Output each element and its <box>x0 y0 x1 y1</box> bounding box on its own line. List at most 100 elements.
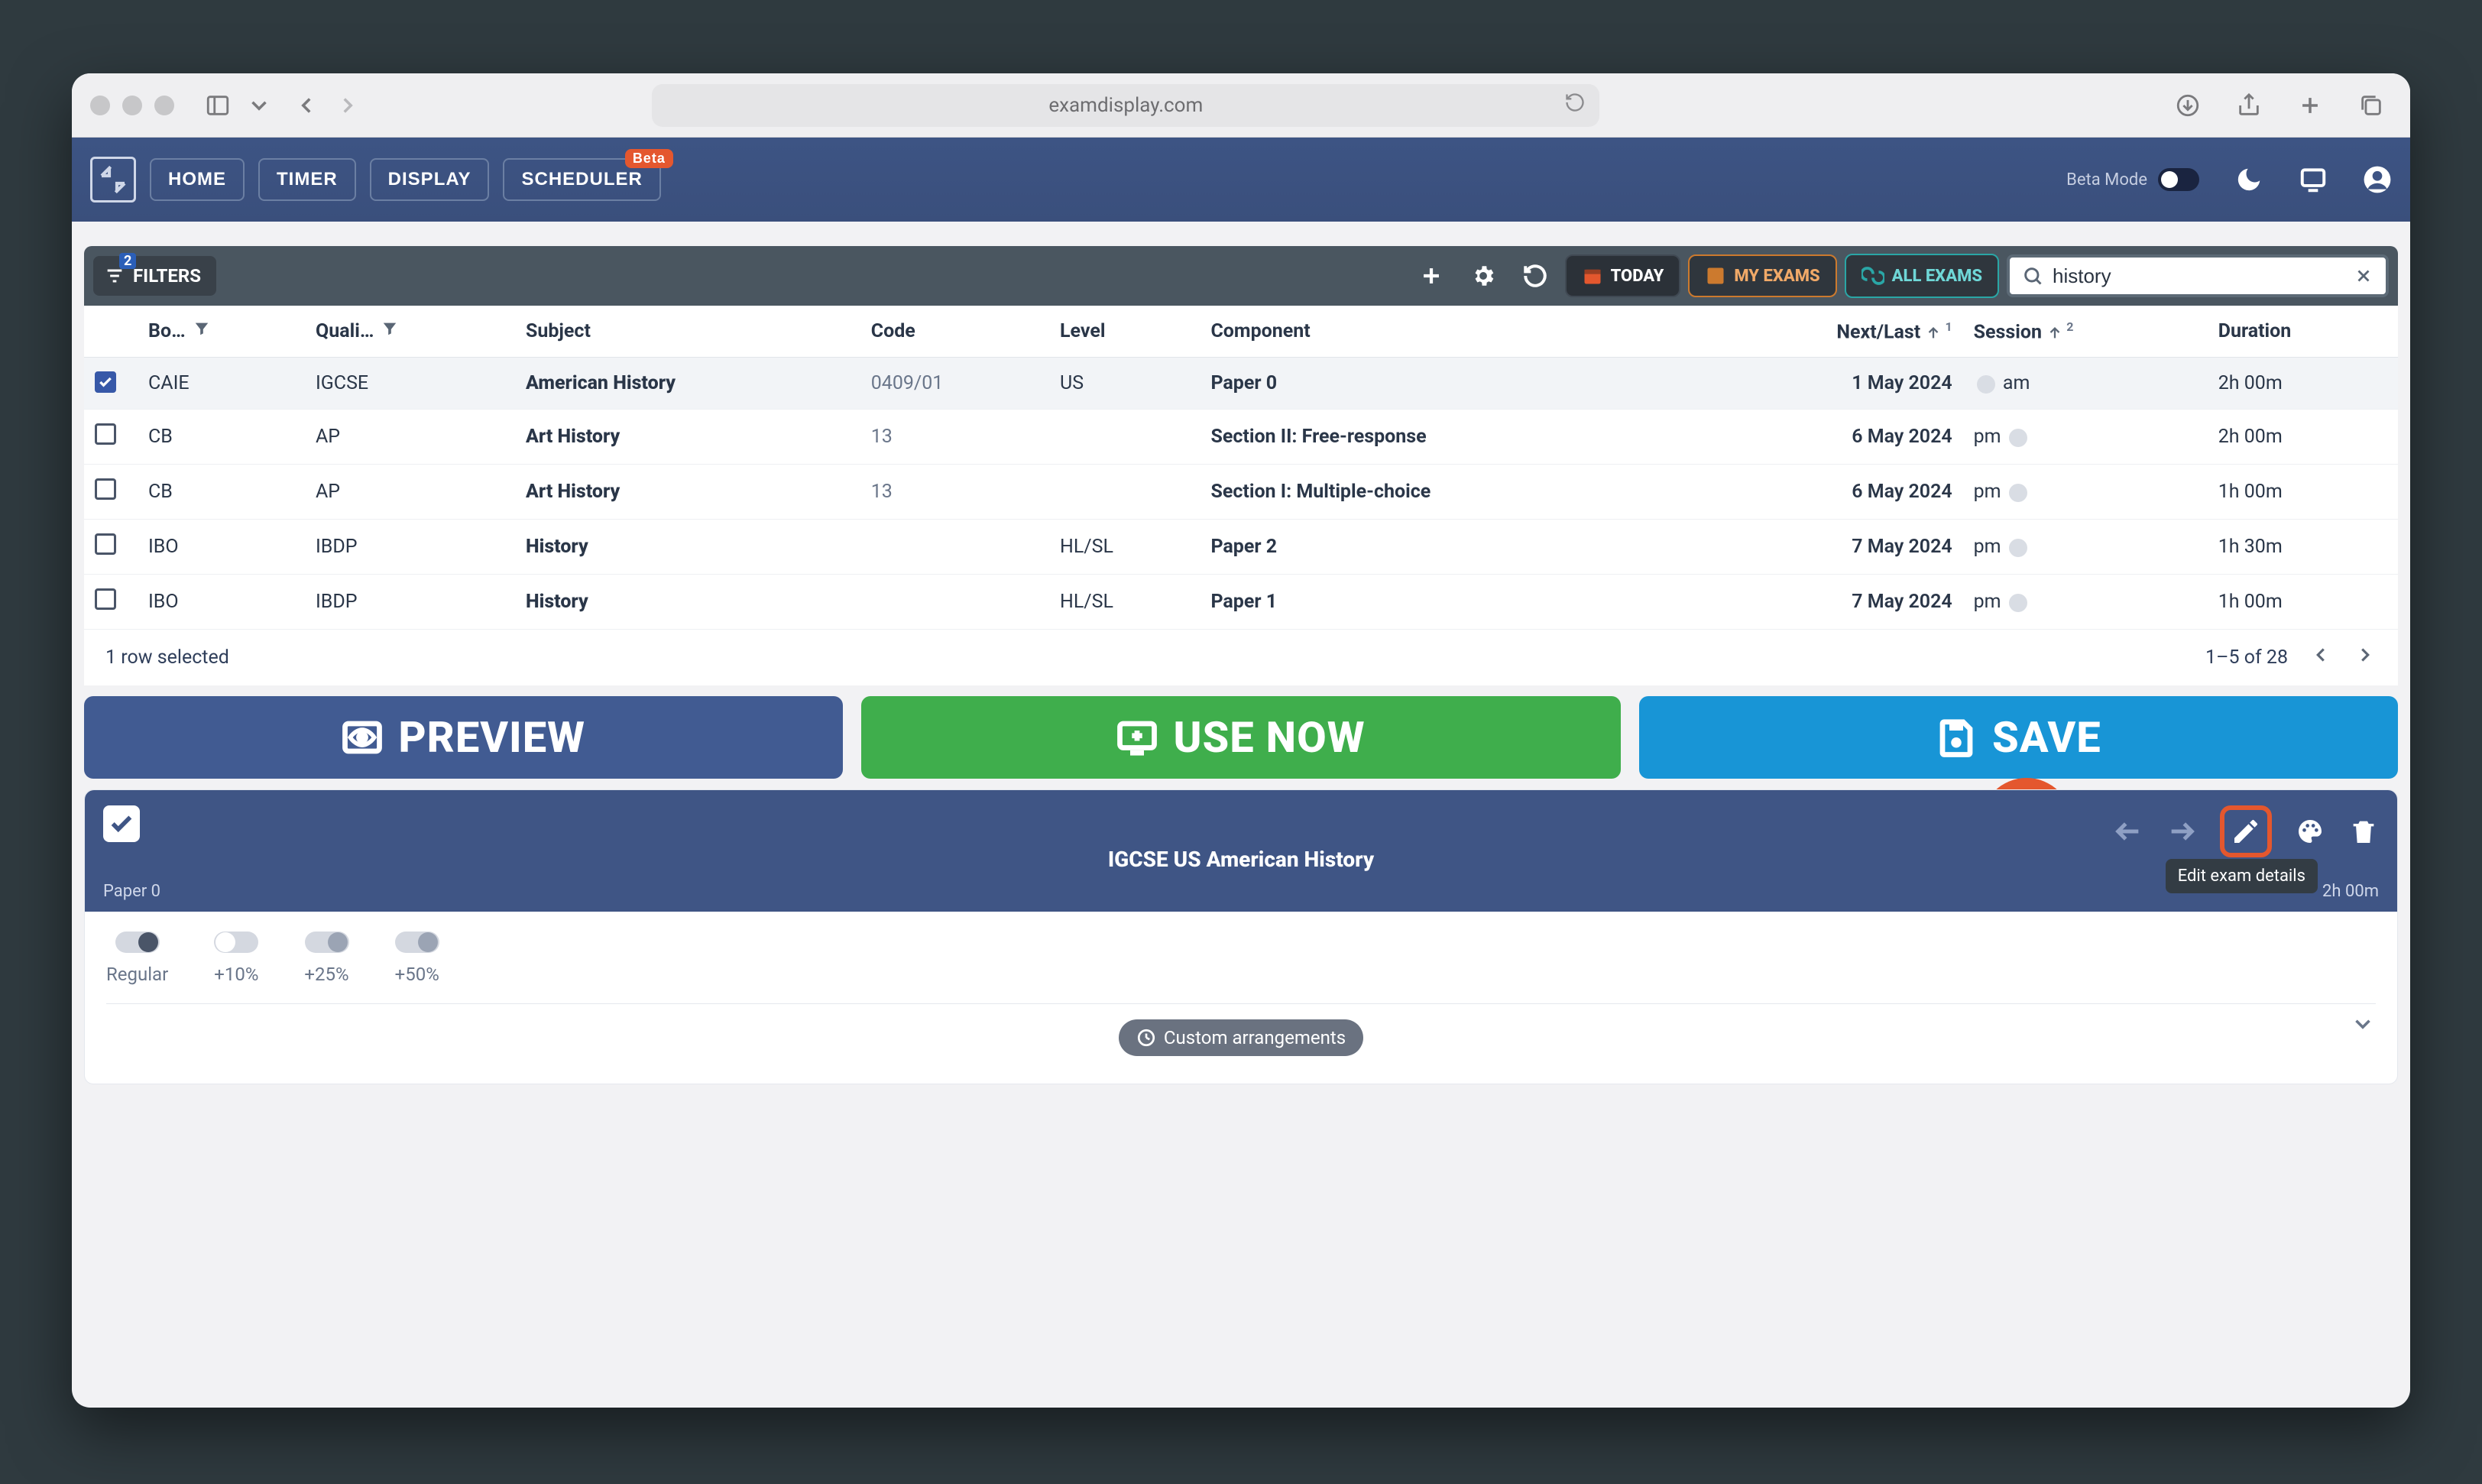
cell-component: Paper 2 <box>1200 520 1687 575</box>
col-subject[interactable]: Subject <box>515 306 860 358</box>
table-row[interactable]: CBAPArt History13Section II: Free-respon… <box>84 410 2398 465</box>
refresh-icon[interactable] <box>1513 255 1557 296</box>
nav-display[interactable]: DISPLAY <box>370 158 490 201</box>
use-now-button[interactable]: USE NOW <box>861 696 1620 779</box>
palette-icon[interactable] <box>2295 816 2325 847</box>
forward-icon[interactable] <box>335 92 361 118</box>
search-box[interactable] <box>2007 254 2389 297</box>
min-dot[interactable] <box>122 96 142 115</box>
nav-scheduler-label: SCHEDULER <box>521 169 642 190</box>
delete-icon[interactable] <box>2348 816 2379 847</box>
table-footer: 1 row selected 1–5 of 28 <box>84 630 2398 685</box>
beta-badge: Beta <box>625 149 673 168</box>
table-row[interactable]: IBOIBDPHistoryHL/SLPaper 17 May 2024pm 1… <box>84 575 2398 630</box>
account-icon[interactable] <box>2363 165 2392 194</box>
next-page-icon[interactable] <box>2354 643 2377 672</box>
col-session[interactable]: Session 2 <box>1963 306 2208 358</box>
back-icon[interactable] <box>293 92 319 118</box>
cell-component: Section II: Free-response <box>1200 410 1687 465</box>
next-exam-icon[interactable] <box>2166 816 2197 847</box>
cell-duration: 1h 30m <box>2208 520 2398 575</box>
col-duration[interactable]: Duration <box>2208 306 2398 358</box>
col-board[interactable]: Bo… <box>138 306 305 358</box>
cell-code <box>860 520 1049 575</box>
sidebar-icon[interactable] <box>205 92 231 118</box>
cell-component: Section I: Multiple-choice <box>1200 465 1687 520</box>
max-dot[interactable] <box>154 96 174 115</box>
page-range: 1–5 of 28 <box>2205 646 2288 669</box>
custom-arrangements-label: Custom arrangements <box>1164 1027 1346 1048</box>
filters-count: 2 <box>119 253 136 269</box>
custom-arrangements-chip[interactable]: Custom arrangements <box>1119 1019 1363 1056</box>
url-bar[interactable]: examdisplay.com <box>652 84 1599 127</box>
row-checkbox[interactable] <box>95 588 116 610</box>
nav-scheduler[interactable]: SCHEDULER Beta <box>503 158 660 201</box>
titlebar: examdisplay.com <box>72 73 2410 138</box>
col-level[interactable]: Level <box>1049 306 1200 358</box>
preview-icon <box>342 717 383 758</box>
share-icon[interactable] <box>2236 92 2262 118</box>
row-checkbox[interactable] <box>95 533 116 555</box>
use-now-label: USE NOW <box>1173 712 1365 763</box>
download-icon[interactable] <box>2175 92 2201 118</box>
toggle-plus10[interactable]: +10% <box>214 932 258 985</box>
nav-home[interactable]: HOME <box>150 158 245 201</box>
cell-quali: IGCSE <box>305 358 515 410</box>
toggle-plus25[interactable]: +25% <box>304 932 348 985</box>
card-header: Edit exam details IGCSE US American Hist… <box>85 790 2397 912</box>
expand-icon[interactable] <box>2350 1011 2376 1037</box>
close-dot[interactable] <box>90 96 110 115</box>
cell-subject: American History <box>515 358 860 410</box>
cell-date: 7 May 2024 <box>1687 520 1962 575</box>
col-next[interactable]: Next/Last 1 <box>1687 306 1962 358</box>
clear-search-icon[interactable] <box>2354 266 2373 286</box>
all-exams-button[interactable]: ALL EXAMS <box>1845 254 1999 298</box>
card-duration: 2h 00m <box>2322 882 2379 901</box>
display-icon[interactable] <box>2299 165 2328 194</box>
dark-mode-icon[interactable] <box>2234 165 2263 194</box>
tabs-icon[interactable] <box>2358 92 2384 118</box>
new-tab-icon[interactable] <box>2297 92 2323 118</box>
search-icon <box>2022 265 2043 287</box>
nav-timer[interactable]: TIMER <box>258 158 356 201</box>
save-button[interactable]: SAVE <box>1639 696 2398 779</box>
table-row[interactable]: IBOIBDPHistoryHL/SLPaper 27 May 2024pm 1… <box>84 520 2398 575</box>
toggle-pill[interactable] <box>2158 168 2199 191</box>
filters-button[interactable]: 2 FILTERS <box>93 256 216 296</box>
app-logo-icon[interactable] <box>90 157 136 203</box>
cell-board: CB <box>138 410 305 465</box>
rows-selected-text: 1 row selected <box>105 646 229 669</box>
row-checkbox[interactable] <box>95 423 116 445</box>
table-row[interactable]: CBAPArt History13Section I: Multiple-cho… <box>84 465 2398 520</box>
col-component[interactable]: Component <box>1200 306 1687 358</box>
cell-subject: History <box>515 575 860 630</box>
row-checkbox[interactable] <box>95 371 116 393</box>
beta-mode-toggle[interactable]: Beta Mode <box>2066 168 2199 191</box>
cell-duration: 1h 00m <box>2208 465 2398 520</box>
add-icon[interactable] <box>1409 255 1453 296</box>
toggle-plus50[interactable]: +50% <box>395 932 439 985</box>
cell-session: pm <box>1963 520 2208 575</box>
card-checkbox[interactable] <box>103 805 140 842</box>
prev-exam-icon[interactable] <box>2113 816 2143 847</box>
my-exams-button[interactable]: MY EXAMS <box>1688 254 1836 297</box>
col-quali[interactable]: Quali… <box>305 306 515 358</box>
reload-icon[interactable] <box>1564 92 1586 118</box>
prev-page-icon[interactable] <box>2309 643 2332 672</box>
filter-icon[interactable] <box>381 320 398 337</box>
cell-quali: IBDP <box>305 575 515 630</box>
beta-mode-label: Beta Mode <box>2066 170 2147 190</box>
col-code[interactable]: Code <box>860 306 1049 358</box>
today-button[interactable]: TODAY <box>1565 254 1681 297</box>
table-row[interactable]: CAIEIGCSEAmerican History0409/01USPaper … <box>84 358 2398 410</box>
filter-icon[interactable] <box>193 320 210 337</box>
preview-button[interactable]: PREVIEW <box>84 696 843 779</box>
toggle-regular[interactable]: Regular <box>106 932 168 985</box>
chevron-down-icon[interactable] <box>246 92 272 118</box>
search-input[interactable] <box>2053 264 2344 288</box>
cell-level: US <box>1049 358 1200 410</box>
settings-icon[interactable] <box>1461 255 1505 296</box>
edit-exam-button[interactable] <box>2220 805 2272 857</box>
cell-session: am <box>1963 358 2208 410</box>
row-checkbox[interactable] <box>95 478 116 500</box>
